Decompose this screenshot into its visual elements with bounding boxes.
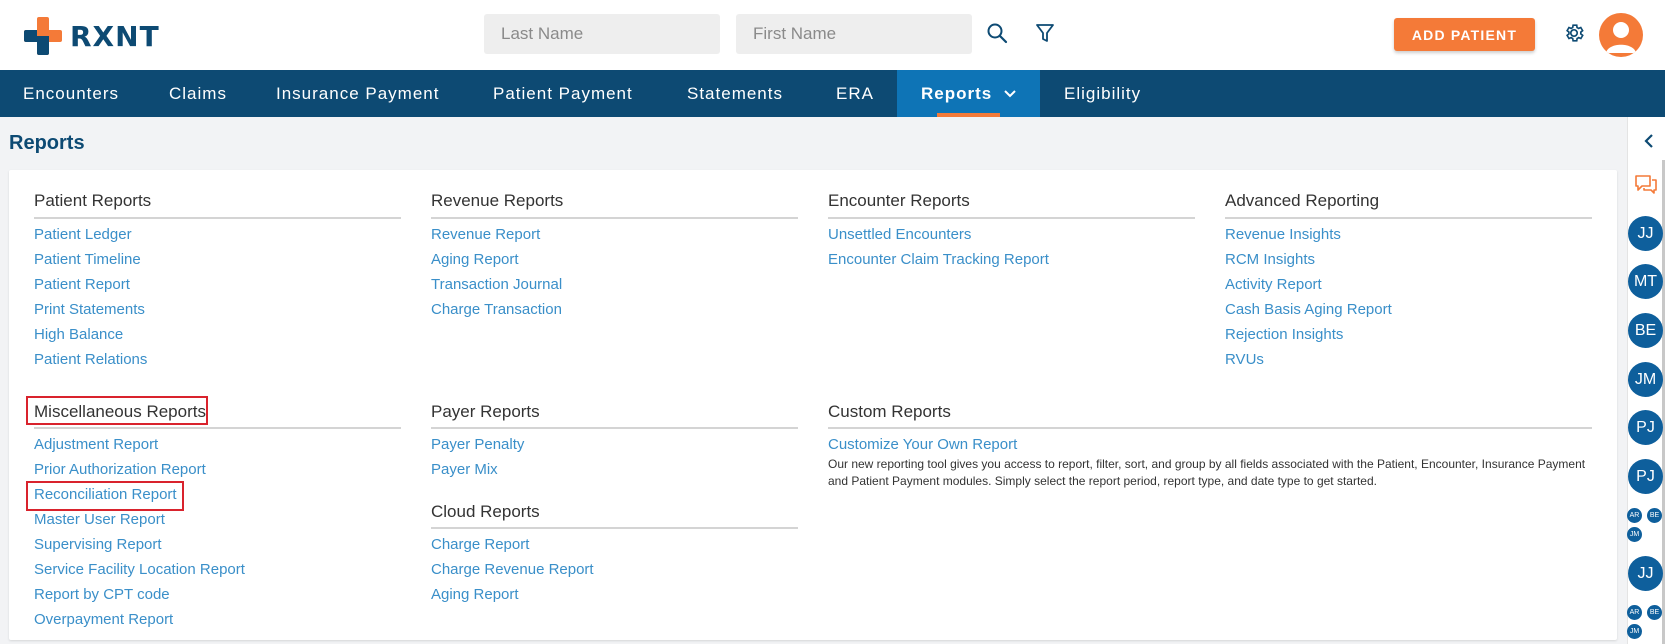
divider: [34, 427, 401, 429]
link-unsettled-encounters[interactable]: Unsettled Encounters: [828, 226, 971, 243]
group-bubble-be[interactable]: BE: [1647, 508, 1662, 523]
nav-statements[interactable]: Statements: [687, 70, 783, 117]
link-print-statements[interactable]: Print Statements: [34, 301, 145, 318]
custom-reports-heading: Custom Reports: [828, 402, 951, 421]
link-rejection-insights[interactable]: Rejection Insights: [1225, 326, 1343, 343]
user-bubble-be[interactable]: BE: [1628, 313, 1663, 348]
rxnt-logo[interactable]: RXNT: [24, 16, 160, 56]
link-charge-report[interactable]: Charge Report: [431, 536, 529, 553]
add-patient-button[interactable]: ADD PATIENT: [1394, 18, 1535, 51]
link-overpayment-report[interactable]: Overpayment Report: [34, 611, 173, 628]
first-name-input[interactable]: [736, 14, 972, 54]
custom-reports-description-line2: and Patient Payment modules. Simply sele…: [828, 474, 1377, 488]
link-adjustment-report[interactable]: Adjustment Report: [34, 436, 158, 453]
link-rcm-insights[interactable]: RCM Insights: [1225, 251, 1315, 268]
nav-encounters[interactable]: Encounters: [23, 70, 119, 117]
divider: [431, 527, 798, 529]
link-charge-transaction[interactable]: Charge Transaction: [431, 301, 562, 318]
link-patient-relations[interactable]: Patient Relations: [34, 351, 147, 368]
page-title: Reports: [9, 132, 85, 154]
link-cash-basis-aging-report[interactable]: Cash Basis Aging Report: [1225, 301, 1392, 318]
rxnt-cross-icon: [24, 17, 62, 55]
group-bubble-ar-2[interactable]: AR: [1627, 605, 1642, 620]
divider: [828, 217, 1195, 219]
link-transaction-journal[interactable]: Transaction Journal: [431, 276, 562, 293]
user-bubble-jj[interactable]: JJ: [1628, 216, 1663, 251]
logo-text: RXNT: [70, 19, 160, 53]
user-bubble-mt[interactable]: MT: [1628, 264, 1663, 299]
patient-reports-heading: Patient Reports: [34, 191, 152, 210]
nav-era[interactable]: ERA: [836, 70, 874, 117]
divider: [431, 427, 798, 429]
nav-eligibility[interactable]: Eligibility: [1064, 70, 1141, 117]
divider: [828, 427, 1592, 429]
link-master-user-report[interactable]: Master User Report: [34, 511, 165, 528]
main-nav: [0, 70, 1665, 117]
divider: [1225, 217, 1592, 219]
gear-icon[interactable]: [1561, 20, 1587, 46]
link-payer-penalty[interactable]: Payer Penalty: [431, 436, 524, 453]
chevron-down-icon[interactable]: [1002, 86, 1018, 102]
highlight-box-reconciliation: [26, 481, 184, 511]
user-bubble-jm[interactable]: JM: [1628, 362, 1663, 397]
custom-reports-description-line1: Our new reporting tool gives you access …: [828, 457, 1586, 471]
user-bubble-pj-2[interactable]: PJ: [1628, 459, 1663, 494]
link-report-by-cpt-code[interactable]: Report by CPT code: [34, 586, 170, 603]
link-revenue-insights[interactable]: Revenue Insights: [1225, 226, 1341, 243]
user-bubble-pj[interactable]: PJ: [1628, 410, 1663, 445]
nav-claims[interactable]: Claims: [169, 70, 227, 117]
revenue-reports-heading: Revenue Reports: [431, 191, 564, 210]
nav-insurance-payment[interactable]: Insurance Payment: [276, 70, 439, 117]
link-aging-report[interactable]: Aging Report: [431, 251, 519, 268]
link-activity-report[interactable]: Activity Report: [1225, 276, 1322, 293]
link-supervising-report[interactable]: Supervising Report: [34, 536, 162, 553]
group-bubble-jm[interactable]: JM: [1627, 527, 1642, 542]
link-high-balance[interactable]: High Balance: [34, 326, 123, 343]
link-prior-authorization-report[interactable]: Prior Authorization Report: [34, 461, 206, 478]
user-avatar[interactable]: [1599, 13, 1643, 57]
link-payer-mix[interactable]: Payer Mix: [431, 461, 498, 478]
cloud-reports-heading: Cloud Reports: [431, 502, 540, 521]
encounter-reports-heading: Encounter Reports: [828, 191, 970, 210]
link-patient-timeline[interactable]: Patient Timeline: [34, 251, 141, 268]
top-header: RXNT ADD PATIENT: [0, 0, 1665, 70]
filter-icon[interactable]: [1032, 20, 1058, 46]
user-bubble-jj-2[interactable]: JJ: [1628, 556, 1663, 591]
link-encounter-claim-tracking-report[interactable]: Encounter Claim Tracking Report: [828, 251, 1049, 268]
divider: [431, 217, 798, 219]
link-rvus[interactable]: RVUs: [1225, 351, 1264, 368]
search-icon[interactable]: [984, 20, 1010, 46]
link-cloud-aging-report[interactable]: Aging Report: [431, 586, 519, 603]
collapse-chevron-icon[interactable]: [1640, 132, 1658, 150]
chat-icon[interactable]: [1632, 172, 1660, 198]
group-bubble-jm-2[interactable]: JM: [1627, 624, 1642, 639]
link-revenue-report[interactable]: Revenue Report: [431, 226, 540, 243]
link-charge-revenue-report[interactable]: Charge Revenue Report: [431, 561, 594, 578]
link-patient-report[interactable]: Patient Report: [34, 276, 130, 293]
reports-card: [9, 170, 1617, 640]
link-customize-your-own-report[interactable]: Customize Your Own Report: [828, 436, 1017, 453]
payer-reports-heading: Payer Reports: [431, 402, 540, 421]
highlight-box-misc: [26, 396, 208, 425]
link-service-facility-location-report[interactable]: Service Facility Location Report: [34, 561, 245, 578]
nav-patient-payment[interactable]: Patient Payment: [493, 70, 633, 117]
group-bubble-be-2[interactable]: BE: [1647, 605, 1662, 620]
advanced-reporting-heading: Advanced Reporting: [1225, 191, 1380, 210]
group-bubble-ar[interactable]: AR: [1627, 508, 1642, 523]
last-name-input[interactable]: [484, 14, 720, 54]
nav-reports[interactable]: Reports: [921, 70, 992, 117]
divider: [34, 217, 401, 219]
link-patient-ledger[interactable]: Patient Ledger: [34, 226, 132, 243]
